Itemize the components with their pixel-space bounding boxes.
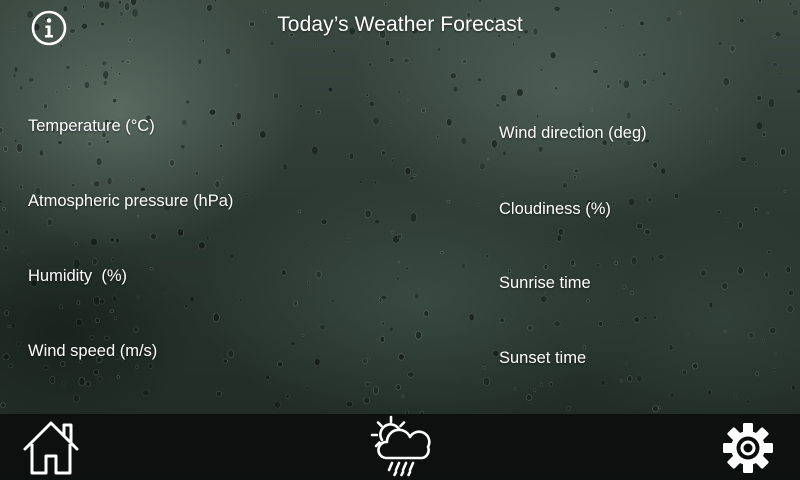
- settings-button[interactable]: [722, 422, 774, 474]
- rain-droplets-background: [0, 0, 800, 417]
- sunrise-label: Sunrise time: [499, 274, 591, 292]
- wind-direction-label: Wind direction (deg): [499, 124, 647, 142]
- home-button[interactable]: [22, 420, 80, 476]
- wind-speed-label: Wind speed (m/s): [28, 342, 158, 360]
- gear-icon: [723, 423, 773, 473]
- cloudiness-label: Cloudiness (%): [499, 200, 611, 218]
- home-icon: [23, 421, 79, 475]
- page-title: Today’s Weather Forecast: [277, 13, 523, 36]
- weather-sun-cloud-rain-icon: [370, 415, 431, 477]
- sunset-label: Sunset time: [499, 349, 587, 367]
- pressure-label: Atmospheric pressure (hPa): [28, 192, 234, 210]
- humidity-label: Humidity (%): [28, 267, 128, 285]
- weather-forecast-button[interactable]: [366, 414, 434, 478]
- weather-screen: Today’s Weather Forecast Temperature (°C…: [0, 0, 800, 480]
- temperature-label: Temperature (°C): [28, 117, 155, 135]
